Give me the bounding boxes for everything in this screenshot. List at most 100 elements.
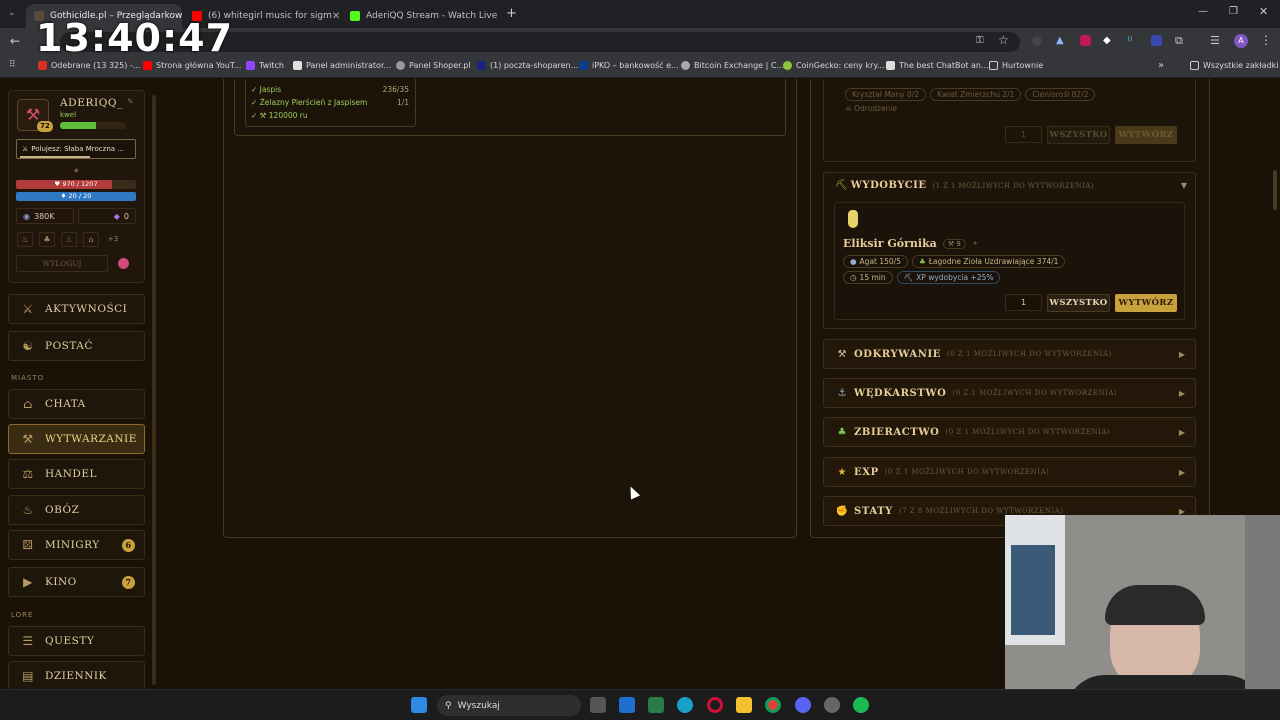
task-view-icon[interactable] [590,697,606,713]
bookmark-item[interactable]: iPKO – bankowość e... [579,61,679,70]
nav-postac[interactable]: ☯ POSTAĆ [8,331,145,361]
bookmark-item[interactable]: Panel administrator... [293,61,391,70]
bookmark-item[interactable]: Panel Shoper.pl [396,61,471,70]
browser-tab-3[interactable]: AderiQQ Stream - Watch Live o ✕ [342,4,498,28]
quantity-input[interactable]: 1 [1005,294,1042,311]
chrome-icon[interactable] [765,697,781,713]
chevron-right-icon: ▶ [1178,427,1185,437]
check-icon: ✓ [251,111,260,120]
extensions-puzzle-icon[interactable]: ⧉ [1175,34,1183,48]
close-tab-icon[interactable]: ✕ [332,11,340,22]
coingecko-icon [783,61,792,70]
sidebar-scrollbar[interactable] [152,95,156,685]
gmail-icon [38,61,47,70]
section-label-lore: LORE [11,611,34,619]
extension-icon[interactable]: ▲ [1056,35,1064,46]
edit-icon[interactable]: ✎ [127,97,134,106]
campfire-icon: ♨ [22,503,34,517]
skull-icon: ☠ [845,104,855,113]
extension-icon[interactable] [1032,36,1042,46]
kick-favicon-icon [350,11,360,21]
nav-handel[interactable]: ⚖ HANDEL [8,459,145,489]
key-icon[interactable]: ⚿ [976,35,984,46]
bookmark-item[interactable]: The best ChatBot an... [886,61,989,70]
bookmark-item[interactable]: Strona główna YouT... [143,61,241,70]
bookmark-item[interactable]: Hurtownie [989,61,1043,70]
tab-search-chevron-icon[interactable]: ⌄ [8,8,16,18]
bookmark-item[interactable]: Odebrane (13 325) -... [38,61,140,70]
category-odkrywanie[interactable]: ⚒ ODKRYWANIE (0 Z 1 MOŻLIWYCH DO WYTWORZEN… [823,339,1196,369]
nav-questy[interactable]: ☰ QUESTY [8,626,145,656]
home-icon[interactable]: ⌂ [83,232,99,247]
category-header-wydobycie[interactable]: ⛏ WYDOBYCIE (1 Z 1 MOŻLIWYCH DO WYTWORZE… [835,180,1187,191]
more-buffs[interactable]: +3 [105,232,121,247]
category-subtitle: (1 Z 1 MOŻLIWYCH DO WYTWORZENIA) [932,181,1094,190]
all-button[interactable]: WSZYSTKO [1047,294,1110,312]
bookmark-item[interactable]: Bitcoin Exchange | C... [681,61,784,70]
maximize-icon[interactable]: ❐ [1229,6,1238,17]
pin-icon[interactable]: ✦ [972,239,979,248]
bank-icon [579,61,588,70]
hunt-progress [20,156,90,158]
category-exp[interactable]: ★ EXP (0 Z 1 MOŻLIWYCH DO WYTWORZENIA) ▶ [823,457,1196,487]
bookmark-star-icon[interactable]: ☆ [998,33,1009,47]
effect-pill: ☠ Odrodzenie [845,104,898,113]
opera-icon[interactable] [707,697,723,713]
file-explorer-icon[interactable] [736,697,752,713]
page-scrollbar[interactable] [1273,170,1277,210]
new-tab-icon[interactable]: + [506,6,517,21]
windows-start-icon[interactable] [411,697,427,713]
discord-icon[interactable] [795,697,811,713]
bookmark-item[interactable]: (1) poczta-shoparen... [477,61,578,70]
category-wedkarstwo[interactable]: ⚓ WĘDKARSTWO (0 Z 1 MOŻLIWYCH DO WYTWORZEN… [823,378,1196,408]
logout-button[interactable]: WYLOGUJ [16,255,108,272]
nav-dziennik[interactable]: ▤ DZIENNIK [8,661,145,691]
nav-kino[interactable]: ▶ KINO 7 [8,567,145,597]
nav-minigry[interactable]: ⚄ MINIGRY 6 [8,530,145,560]
bookmarks-bar: ⠿ Odebrane (13 325) -... Strona główna Y… [0,56,1280,78]
palette-icon[interactable] [118,258,129,269]
app-icon[interactable] [648,697,664,713]
quantity-input[interactable]: 1 [1005,126,1042,143]
apps-grid-icon[interactable]: ⠿ [9,60,16,70]
buff-icon[interactable]: ♣ [39,232,55,247]
craft-button[interactable]: WYTWÓRZ [1115,126,1177,144]
all-bookmarks[interactable]: Wszystkie zakładki [1190,61,1278,70]
bookmark-item[interactable]: Twitch [246,61,284,70]
nav-wytwarzanie[interactable]: ⚒ WYTWARZANIE [8,424,145,454]
chatbot-icon [886,61,895,70]
check-icon: ✓ [251,98,260,107]
craft-button[interactable]: WYTWÓRZ [1115,294,1177,312]
buff-icon[interactable]: ♨ [61,232,77,247]
back-icon[interactable]: ← [10,34,20,48]
all-button[interactable]: WSZYSTKO [1047,126,1110,144]
nav-oboz[interactable]: ♨ OBÓZ [8,495,145,525]
close-window-icon[interactable]: ✕ [1259,5,1268,18]
menu-kebab-icon[interactable]: ⋮ [1260,33,1272,47]
profile-avatar[interactable]: A [1234,34,1248,48]
chevron-right-icon: ▶ [1178,349,1185,359]
crafting-detail-panel [223,79,797,538]
store-icon[interactable] [619,697,635,713]
minimize-icon[interactable]: — [1198,6,1208,17]
extension-icon[interactable]: ◆ [1103,35,1111,46]
more-bookmarks-icon[interactable]: » [1158,60,1164,71]
steam-icon[interactable] [824,697,840,713]
category-zbieractwo[interactable]: ♣ ZBIERACTWO (0 Z 1 MOŻLIWYCH DO WYTWORZEN… [823,417,1196,447]
time-pill: ◷ 15 min [843,271,893,284]
edge-icon[interactable] [677,697,693,713]
dice-icon: ⚄ [22,538,34,552]
extension-icon[interactable] [1151,35,1162,46]
extension-icon[interactable]: ⁾⁾ [1127,34,1132,47]
dig-icon: ⚒ [837,348,847,360]
nav-chata[interactable]: ⌂ CHATA [8,389,145,419]
windows-taskbar: ⚲ Wyszukaj [0,689,1280,720]
buff-icon[interactable]: ♨ [17,232,33,247]
bookmark-item[interactable]: CoinGecko: ceny kry... [783,61,885,70]
spotify-icon[interactable] [853,697,869,713]
hut-icon: ⌂ [23,397,33,411]
taskbar-search[interactable]: ⚲ Wyszukaj [437,695,581,716]
extension-icon[interactable] [1080,35,1091,46]
nav-aktywnosci[interactable]: ⚔ AKTYWNOŚCI [8,294,145,324]
reading-list-icon[interactable]: ☰ [1210,34,1220,47]
